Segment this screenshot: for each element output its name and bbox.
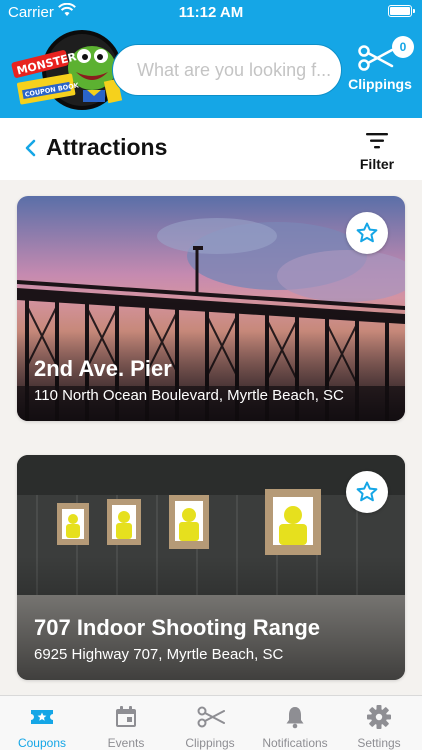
attraction-address: 110 North Ocean Boulevard, Myrtle Beach,…	[34, 387, 344, 404]
tab-events[interactable]: Events	[84, 696, 168, 750]
clippings-header-button[interactable]: 0 Clippings	[344, 36, 416, 96]
tab-label: Clippings	[185, 736, 235, 750]
filter-button[interactable]: Filter	[350, 124, 404, 176]
favorite-button[interactable]	[346, 212, 388, 254]
attraction-card[interactable]: 2nd Ave. Pier 110 North Ocean Boulevard,…	[17, 196, 405, 421]
coupon-ticket-icon	[29, 704, 55, 730]
tab-settings[interactable]: Settings	[337, 696, 421, 750]
attraction-card[interactable]: 707 Indoor Shooting Range 6925 Highway 7…	[17, 455, 405, 680]
tab-coupons[interactable]: Coupons	[0, 696, 84, 750]
filter-label: Filter	[359, 156, 395, 172]
status-time: 11:12 AM	[178, 4, 244, 21]
star-icon	[356, 222, 378, 243]
tab-notifications[interactable]: Notifications	[253, 696, 337, 750]
tab-label: Notifications	[262, 736, 328, 750]
search-box[interactable]	[112, 44, 342, 96]
bell-icon	[282, 704, 308, 730]
gear-icon	[366, 704, 392, 730]
star-icon	[356, 481, 378, 502]
clippings-count-badge: 0	[392, 36, 414, 58]
tab-label: Events	[107, 736, 145, 750]
page-title: Attractions	[46, 134, 168, 160]
attraction-address: 6925 Highway 707, Myrtle Beach, SC	[34, 646, 284, 663]
search-input[interactable]	[113, 45, 341, 95]
tab-label: Settings	[357, 736, 401, 750]
page-header: Attractions Filter	[0, 118, 422, 180]
battery-icon	[388, 5, 415, 17]
scissors-icon	[197, 704, 225, 730]
favorite-button[interactable]	[346, 471, 388, 513]
clippings-header-label: Clippings	[348, 76, 412, 92]
attraction-name: 707 Indoor Shooting Range	[34, 615, 321, 640]
monster-coupon-book-logo[interactable]: MONSTER COUPON BOOK	[10, 26, 126, 116]
back-chevron-icon[interactable]	[22, 138, 40, 158]
filter-icon	[366, 133, 388, 149]
tab-clippings[interactable]: Clippings	[168, 696, 252, 750]
top-header: Carrier 11:12 AM MONSTER COUPON BOOK Wha…	[0, 0, 422, 118]
attraction-name: 2nd Ave. Pier	[34, 356, 172, 381]
bottom-tab-bar: Coupons Events Clippings Notifications S…	[0, 695, 422, 750]
tab-label: Coupons	[17, 736, 67, 750]
status-bar: Carrier 11:12 AM	[0, 0, 422, 26]
calendar-icon	[113, 704, 139, 730]
scissors-icon	[358, 44, 394, 77]
